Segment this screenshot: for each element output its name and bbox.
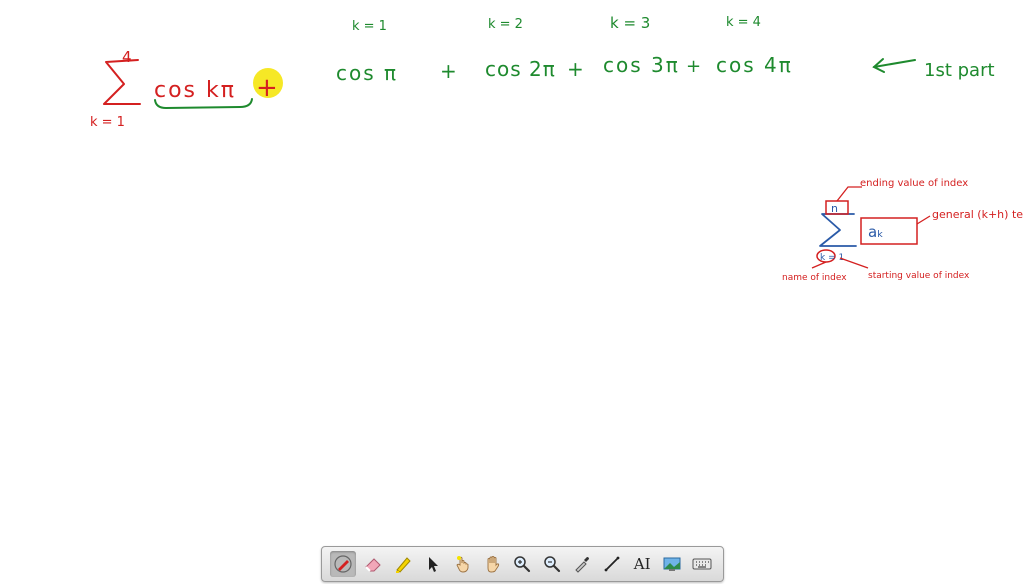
zoom-out-tool-button[interactable]: [539, 551, 565, 577]
annotation-text: 1st part: [924, 60, 995, 81]
text-icon: AI: [633, 555, 651, 573]
whiteboard-drawing: 4 k = 1 cos kπ + k = 1 k = 2 k = 3 k = 4…: [90, 14, 1024, 283]
zoom-out-icon: [544, 556, 561, 573]
summation-plus: +: [256, 73, 278, 103]
laser-tool-button[interactable]: [450, 551, 476, 577]
general-term-label: general (k+h) term of the s: [932, 208, 1024, 221]
diagram-term: aₖ: [868, 223, 884, 241]
hand-icon: [487, 556, 499, 573]
expansion-term-1: cos π: [336, 61, 398, 85]
cursor-arrow-icon: [428, 557, 438, 572]
eraser-icon: [365, 558, 381, 572]
k-label-4: k = 4: [726, 15, 761, 30]
laser-hand-icon: [456, 556, 469, 573]
k-label-1: k = 1: [352, 19, 387, 34]
highlighter-tool-button[interactable]: [390, 551, 416, 577]
zoom-in-icon: [514, 556, 531, 573]
sigma-diagram: n aₖ k = 1 ending value of index general…: [782, 178, 1024, 283]
highlighter-icon: [395, 557, 411, 573]
starting-value-label: starting value of index: [868, 271, 970, 281]
pen-tool-button[interactable]: [329, 551, 356, 577]
summation-sigma-red: [103, 59, 141, 105]
summation-upper: 4: [122, 48, 132, 66]
eyedropper-icon: [575, 557, 590, 573]
image-icon: [663, 557, 681, 571]
expansion-term-4: cos 4π: [716, 53, 793, 77]
line-icon: [604, 556, 620, 572]
expansion-plus-3: +: [686, 56, 701, 77]
select-tool-button[interactable]: [420, 551, 446, 577]
keyboard-tool-button[interactable]: [689, 551, 715, 577]
name-of-index-label: name of index: [782, 273, 847, 283]
pan-tool-button[interactable]: [480, 551, 506, 577]
diagram-upper: n: [831, 202, 838, 215]
text-tool-button[interactable]: AI: [629, 551, 655, 577]
keyboard-icon: [692, 558, 712, 570]
line-tool-button[interactable]: [599, 551, 625, 577]
k-label-2: k = 2: [488, 17, 523, 32]
expansion-term-3: cos 3π: [603, 53, 680, 77]
summation-lower: k = 1: [90, 115, 125, 130]
summation-term: cos kπ: [154, 78, 236, 103]
pen-icon: [334, 555, 352, 573]
whiteboard-canvas[interactable]: 4 k = 1 cos kπ + k = 1 k = 2 k = 3 k = 4…: [0, 0, 1024, 584]
expansion-plus-1: +: [440, 59, 457, 83]
expansion-plus-2: +: [567, 57, 584, 81]
ending-value-label: ending value of index: [860, 178, 968, 189]
image-tool-button[interactable]: [659, 551, 685, 577]
drawing-toolbar: AI: [321, 546, 724, 582]
eyedropper-tool-button[interactable]: [569, 551, 595, 577]
k-label-3: k = 3: [610, 14, 650, 32]
expansion-term-2: cos 2π: [485, 57, 556, 81]
eraser-tool-button[interactable]: [360, 551, 386, 577]
zoom-in-tool-button[interactable]: [509, 551, 535, 577]
annotation-arrow: [872, 58, 916, 73]
